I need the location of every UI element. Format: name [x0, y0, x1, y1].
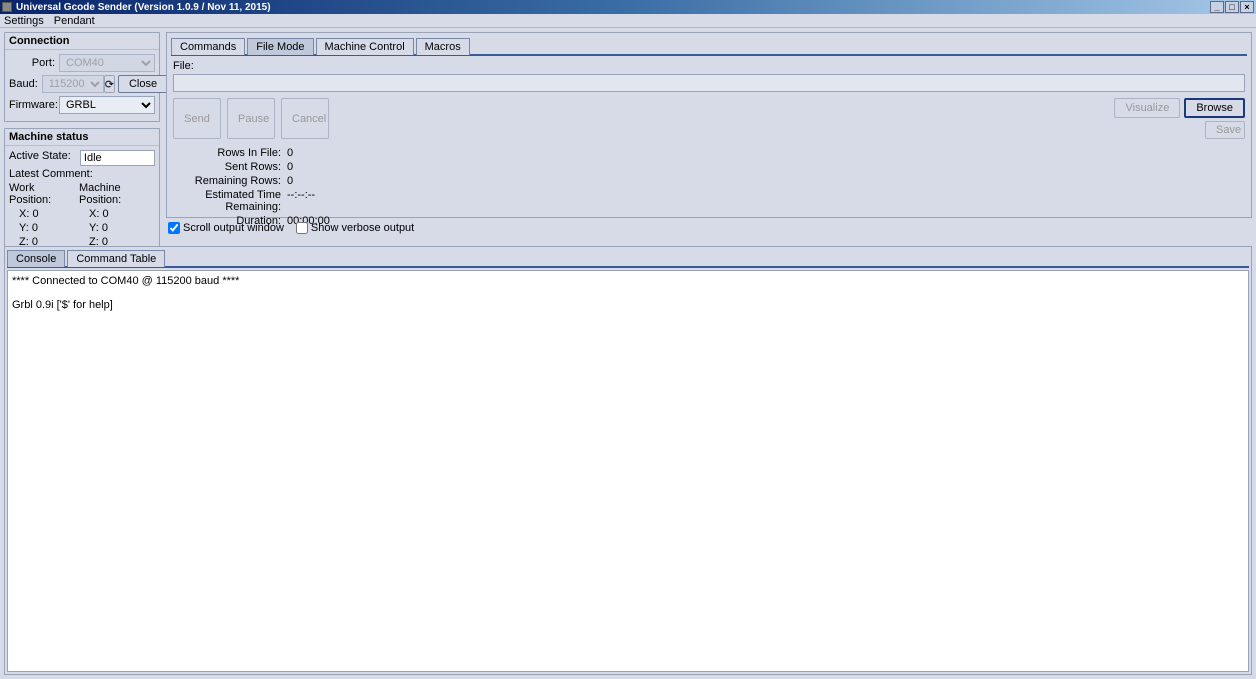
console-panel: Console Command Table **** Connected to …: [4, 246, 1252, 675]
connection-panel: Connection Port: COM40 Baud: 115200 ⟳ Cl…: [4, 32, 160, 122]
app-icon: [2, 2, 12, 12]
port-select: COM40: [59, 54, 155, 72]
mach-y: Y: 0: [79, 222, 149, 234]
remaining-rows-value: 0: [287, 175, 293, 187]
remaining-rows-label: Remaining Rows:: [173, 175, 281, 187]
close-window-button[interactable]: ×: [1240, 1, 1254, 13]
maximize-button[interactable]: □: [1225, 1, 1239, 13]
visualize-button: Visualize: [1114, 98, 1180, 118]
machine-status-panel: Machine status Active State: Idle Latest…: [4, 128, 160, 255]
baud-label: Baud:: [9, 78, 38, 90]
machine-status-title: Machine status: [5, 129, 159, 146]
main-panel: Commands File Mode Machine Control Macro…: [166, 32, 1252, 218]
save-button: Save: [1205, 121, 1245, 139]
cancel-button: Cancel: [281, 98, 329, 139]
menu-settings[interactable]: Settings: [4, 15, 44, 27]
send-button: Send: [173, 98, 221, 139]
baud-select: 115200: [42, 75, 104, 93]
work-position-label: Work Position:: [9, 182, 79, 206]
tab-console[interactable]: Console: [7, 250, 65, 267]
firmware-select[interactable]: GRBL: [59, 96, 155, 114]
scroll-output-checkbox[interactable]: Scroll output window: [168, 222, 284, 234]
active-state-label: Active State:: [9, 150, 80, 166]
browse-button[interactable]: Browse: [1184, 98, 1245, 118]
sent-rows-label: Sent Rows:: [173, 161, 281, 173]
work-x: X: 0: [9, 208, 79, 220]
file-label: File:: [173, 60, 1245, 72]
latest-comment-label: Latest Comment:: [9, 168, 93, 180]
close-button[interactable]: Close: [118, 75, 168, 93]
title-bar: Universal Gcode Sender (Version 1.0.9 / …: [0, 0, 1256, 14]
tab-macros[interactable]: Macros: [416, 38, 470, 55]
console-tab-bar: Console Command Table: [7, 249, 1249, 268]
scroll-output-input[interactable]: [168, 222, 180, 234]
console-output[interactable]: **** Connected to COM40 @ 115200 baud **…: [7, 270, 1249, 672]
port-label: Port:: [9, 57, 55, 69]
tab-machine-control[interactable]: Machine Control: [316, 38, 414, 55]
tab-file-mode[interactable]: File Mode: [247, 38, 313, 55]
show-verbose-checkbox[interactable]: Show verbose output: [296, 222, 414, 234]
machine-position-label: Machine Position:: [79, 182, 149, 206]
app-title: Universal Gcode Sender (Version 1.0.9 / …: [16, 2, 271, 13]
main-tab-bar: Commands File Mode Machine Control Macro…: [171, 37, 1247, 56]
est-time-value: --:--:--: [287, 189, 315, 213]
sent-rows-value: 0: [287, 161, 293, 173]
rows-in-file-value: 0: [287, 147, 293, 159]
file-path-field: [173, 74, 1245, 92]
menu-pendant[interactable]: Pendant: [54, 15, 95, 27]
rows-in-file-label: Rows In File:: [173, 147, 281, 159]
refresh-icon[interactable]: ⟳: [104, 75, 115, 93]
connection-title: Connection: [5, 33, 159, 50]
est-time-label: Estimated Time Remaining:: [173, 189, 281, 213]
menu-bar: Settings Pendant: [0, 14, 1256, 28]
minimize-button[interactable]: _: [1210, 1, 1224, 13]
tab-commands[interactable]: Commands: [171, 38, 245, 55]
mach-x: X: 0: [79, 208, 149, 220]
firmware-label: Firmware:: [9, 99, 55, 111]
tab-command-table[interactable]: Command Table: [67, 250, 165, 267]
show-verbose-input[interactable]: [296, 222, 308, 234]
work-y: Y: 0: [9, 222, 79, 234]
active-state-value: Idle: [80, 150, 155, 166]
pause-button: Pause: [227, 98, 275, 139]
